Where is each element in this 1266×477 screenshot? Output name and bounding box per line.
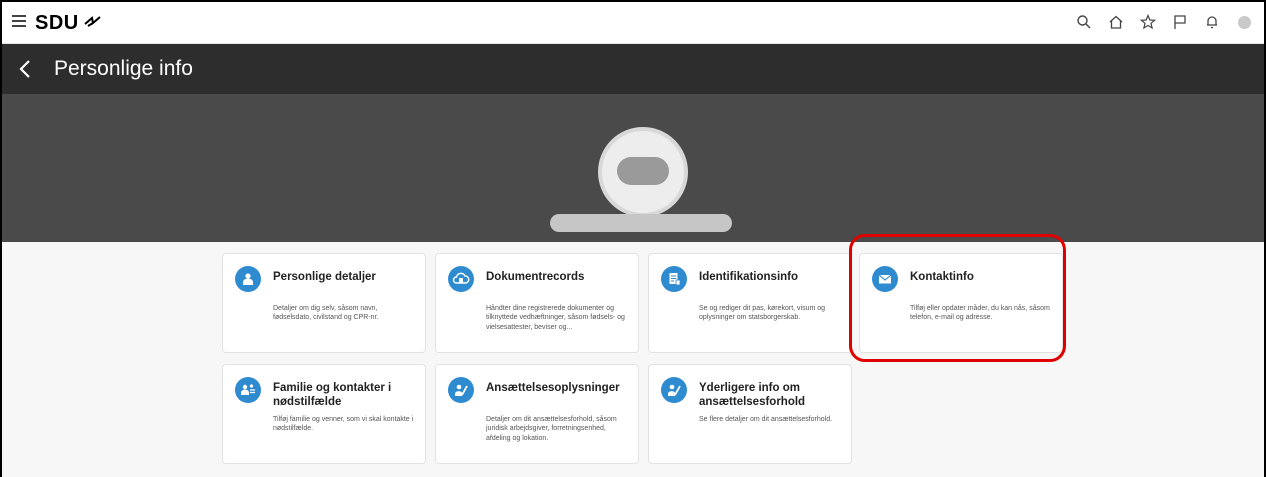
tile-description: Håndter dine registrerede dokumenter og … <box>486 305 625 331</box>
back-arrow-icon[interactable] <box>16 58 36 80</box>
person-edit-icon <box>448 377 474 403</box>
profile-name-redacted <box>550 214 732 232</box>
person-edit-icon <box>661 377 687 403</box>
tile-title: Identifikationsinfo <box>699 271 799 283</box>
tile-description: Detaljer om dit ansættelsesforhold, såso… <box>486 416 617 442</box>
tile-title: Kontaktinfo <box>910 271 974 283</box>
tile-description: Se flere detaljer om dit ansættelsesforh… <box>699 416 833 423</box>
tile-title: Familie og kontakter i nødstilfælde <box>273 382 392 409</box>
tile-identifikationsinfo[interactable]: Identifikationsinfo Se og rediger dit pa… <box>648 253 852 353</box>
sdu-bird-icon <box>84 16 101 27</box>
top-bar: SDU <box>2 2 1264 44</box>
home-icon[interactable] <box>1106 12 1126 32</box>
profile-banner <box>2 94 1264 242</box>
menu-icon[interactable] <box>12 15 26 27</box>
user-avatar[interactable] <box>1234 12 1254 32</box>
page-header: Personlige info <box>2 44 1264 94</box>
brand-logo[interactable]: SDU <box>35 12 79 35</box>
tile-dokumentrecords[interactable]: Dokumentrecords Håndter dine registrered… <box>435 253 639 353</box>
tile-yderligere-info[interactable]: Yderligere info om ansættelsesforhold Se… <box>648 364 852 464</box>
tile-ansaettelsesoplysninger[interactable]: Ansættelsesoplysninger Detaljer om dit a… <box>435 364 639 464</box>
tile-personlige-detaljer[interactable]: Personlige detaljer Detaljer om dig selv… <box>222 253 426 353</box>
tile-description: Detaljer om dig selv, såsom navn, fødsel… <box>273 305 379 322</box>
tile-kontaktinfo[interactable]: Kontaktinfo Tilføj eller opdater måder, … <box>859 253 1063 353</box>
page-title: Personlige info <box>54 57 193 80</box>
tile-description: Tilføj eller opdater måder, du kan nås, … <box>910 305 1050 322</box>
tile-description: Tilføj familie og venner, som vi skal ko… <box>273 416 414 433</box>
star-icon[interactable] <box>1138 12 1158 32</box>
tile-description: Se og rediger dit pas, kørekort, visum o… <box>699 305 826 322</box>
cloud-document-icon <box>448 266 474 292</box>
id-document-icon <box>661 266 687 292</box>
tile-familie-og-kontakter[interactable]: Familie og kontakter i nødstilfælde Tilf… <box>222 364 426 464</box>
tile-title: Yderligere info om ansættelsesforhold <box>699 382 806 409</box>
search-icon[interactable] <box>1074 12 1094 32</box>
tile-title: Ansættelsesoplysninger <box>486 382 620 394</box>
envelope-icon <box>872 266 898 292</box>
tile-title: Dokumentrecords <box>486 271 585 283</box>
profile-photo <box>598 127 688 217</box>
bell-icon[interactable] <box>1202 12 1222 32</box>
profile-photo-redacted <box>617 157 669 185</box>
tile-title: Personlige detaljer <box>273 271 376 283</box>
family-contacts-icon <box>235 377 261 403</box>
flag-icon[interactable] <box>1170 12 1190 32</box>
person-icon <box>235 266 261 292</box>
